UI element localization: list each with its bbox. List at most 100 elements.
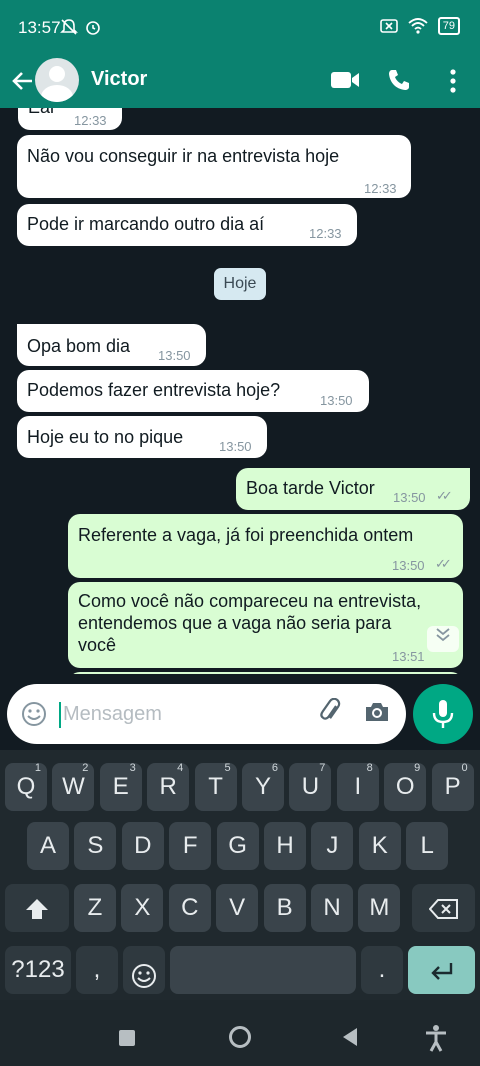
message-time: 13:50 — [219, 439, 252, 454]
message-incoming[interactable]: Hoje eu to no pique 13:50 — [17, 416, 267, 458]
key-a-label: A — [39, 832, 56, 859]
status-system-icons: 79 — [379, 17, 460, 35]
read-receipt-icon: ✓✓ — [436, 488, 453, 503]
key-r-hint: 4 — [177, 762, 184, 774]
key-t-hint: 5 — [224, 762, 231, 774]
sim-off-icon — [379, 19, 398, 33]
key-period[interactable]: . — [361, 946, 403, 994]
key-b[interactable]: B — [263, 884, 306, 932]
key-o[interactable]: O9 — [384, 762, 427, 811]
home-button[interactable] — [229, 1026, 251, 1048]
message-text: Não vou conseguir ir na entrevista hoje — [27, 146, 340, 166]
key-f[interactable]: F — [169, 822, 212, 870]
message-incoming[interactable]: Pode ir marcando outro dia aí 12:33 — [17, 204, 357, 246]
key-j[interactable]: J — [311, 822, 354, 870]
key-w[interactable]: W2 — [52, 762, 95, 811]
message-list[interactable]: Eai 12:33 Não vou conseguir ir na entrev… — [0, 108, 480, 674]
key-z-label: Z — [87, 894, 103, 921]
key-l[interactable]: L — [406, 822, 449, 870]
key-n-label: N — [323, 894, 341, 921]
text-cursor — [59, 702, 61, 728]
key-z[interactable]: Z — [74, 884, 116, 932]
space-key[interactable] — [170, 946, 356, 994]
message-incoming[interactable]: Eai 12:33 — [18, 108, 122, 130]
key-s[interactable]: S — [74, 822, 117, 870]
key-m[interactable]: M — [358, 884, 401, 932]
wifi-icon — [408, 18, 428, 34]
key-c[interactable]: C — [168, 884, 211, 932]
message-time: 13:51 — [392, 649, 425, 664]
key-comma-label: , — [93, 956, 101, 983]
message-incoming[interactable]: Opa bom dia 13:50 — [17, 324, 206, 366]
video-call-icon[interactable] — [330, 69, 360, 96]
camera-icon[interactable] — [364, 700, 390, 729]
scroll-to-bottom-button[interactable] — [427, 626, 459, 652]
message-text-line: Como você não compareceu na entrevista, — [78, 591, 422, 611]
key-o-label: O — [395, 773, 415, 800]
key-t[interactable]: T5 — [194, 762, 237, 811]
key-v[interactable]: V — [216, 884, 259, 932]
key-a[interactable]: A — [27, 822, 69, 870]
message-input[interactable]: Mensagem — [63, 703, 162, 726]
shift-key[interactable] — [5, 884, 69, 932]
message-time: 13:50 — [392, 558, 425, 573]
key-x-label: X — [134, 894, 151, 921]
key-x[interactable]: X — [121, 884, 164, 932]
key-e[interactable]: E3 — [99, 762, 142, 811]
key-y-label: Y — [254, 773, 271, 800]
key-v-label: V — [229, 894, 246, 921]
key-n[interactable]: N — [311, 884, 353, 932]
message-text: Hoje eu to no pique — [27, 427, 184, 447]
key-d-label: D — [134, 832, 152, 859]
backspace-key[interactable] — [412, 884, 475, 932]
more-options-icon[interactable] — [449, 68, 457, 99]
message-outgoing[interactable]: Como você não compareceu na entrevista, … — [68, 582, 463, 668]
key-h[interactable]: H — [264, 822, 306, 870]
key-q[interactable]: Q1 — [5, 762, 47, 811]
recent-apps-button[interactable] — [119, 1030, 135, 1046]
key-u-hint: 7 — [319, 762, 326, 774]
key-d[interactable]: D — [121, 822, 164, 870]
key-o-hint: 9 — [414, 762, 421, 774]
accessibility-icon[interactable] — [424, 1024, 448, 1059]
contact-name[interactable]: Victor — [91, 68, 147, 91]
key-r[interactable]: R4 — [147, 762, 190, 811]
symbols-key-label: ?123 — [11, 956, 65, 983]
key-y[interactable]: Y6 — [242, 762, 284, 811]
key-w-label: W — [62, 773, 85, 800]
key-g[interactable]: G — [216, 822, 259, 870]
symbols-key[interactable]: ?123 — [5, 946, 71, 994]
message-input-bar[interactable]: Mensagem — [7, 684, 406, 744]
microphone-button[interactable] — [413, 684, 473, 744]
key-h-label: H — [276, 832, 294, 859]
key-k[interactable]: K — [358, 822, 401, 870]
back-arrow-icon[interactable] — [10, 64, 36, 101]
message-incoming[interactable]: Não vou conseguir ir na entrevista hoje … — [17, 135, 411, 198]
attach-icon[interactable] — [317, 697, 345, 733]
message-incoming[interactable]: Podemos fazer entrevista hoje? 13:50 — [17, 370, 369, 412]
key-m-label: M — [369, 894, 390, 921]
key-e-label: E — [112, 773, 129, 800]
key-p[interactable]: P0 — [431, 762, 474, 811]
message-outgoing[interactable]: Boa tarde Victor 13:50 ✓✓ — [236, 468, 470, 510]
navigation-bar — [0, 1000, 480, 1066]
key-p-hint: 0 — [461, 762, 468, 774]
message-text: Opa bom dia — [27, 336, 131, 356]
voice-call-icon[interactable] — [387, 68, 411, 97]
message-outgoing[interactable] — [68, 672, 463, 674]
message-text-line: entendemos que a vaga não seria para — [78, 613, 392, 633]
back-button[interactable] — [343, 1028, 357, 1046]
enter-key[interactable] — [408, 946, 475, 994]
emoji-icon[interactable] — [21, 701, 47, 734]
contact-avatar[interactable] — [35, 58, 79, 102]
microphone-icon — [432, 700, 454, 728]
message-outgoing[interactable]: Referente a vaga, já foi preenchida onte… — [68, 514, 463, 578]
emoji-key[interactable] — [123, 946, 165, 994]
key-i[interactable]: I8 — [336, 762, 379, 811]
status-bar: 13:57 79 — [0, 0, 480, 56]
message-text: Eai — [28, 108, 54, 118]
key-t-label: T — [208, 773, 223, 800]
key-u[interactable]: U7 — [289, 762, 332, 811]
key-b-label: B — [276, 894, 293, 921]
key-comma[interactable]: , — [76, 946, 118, 994]
